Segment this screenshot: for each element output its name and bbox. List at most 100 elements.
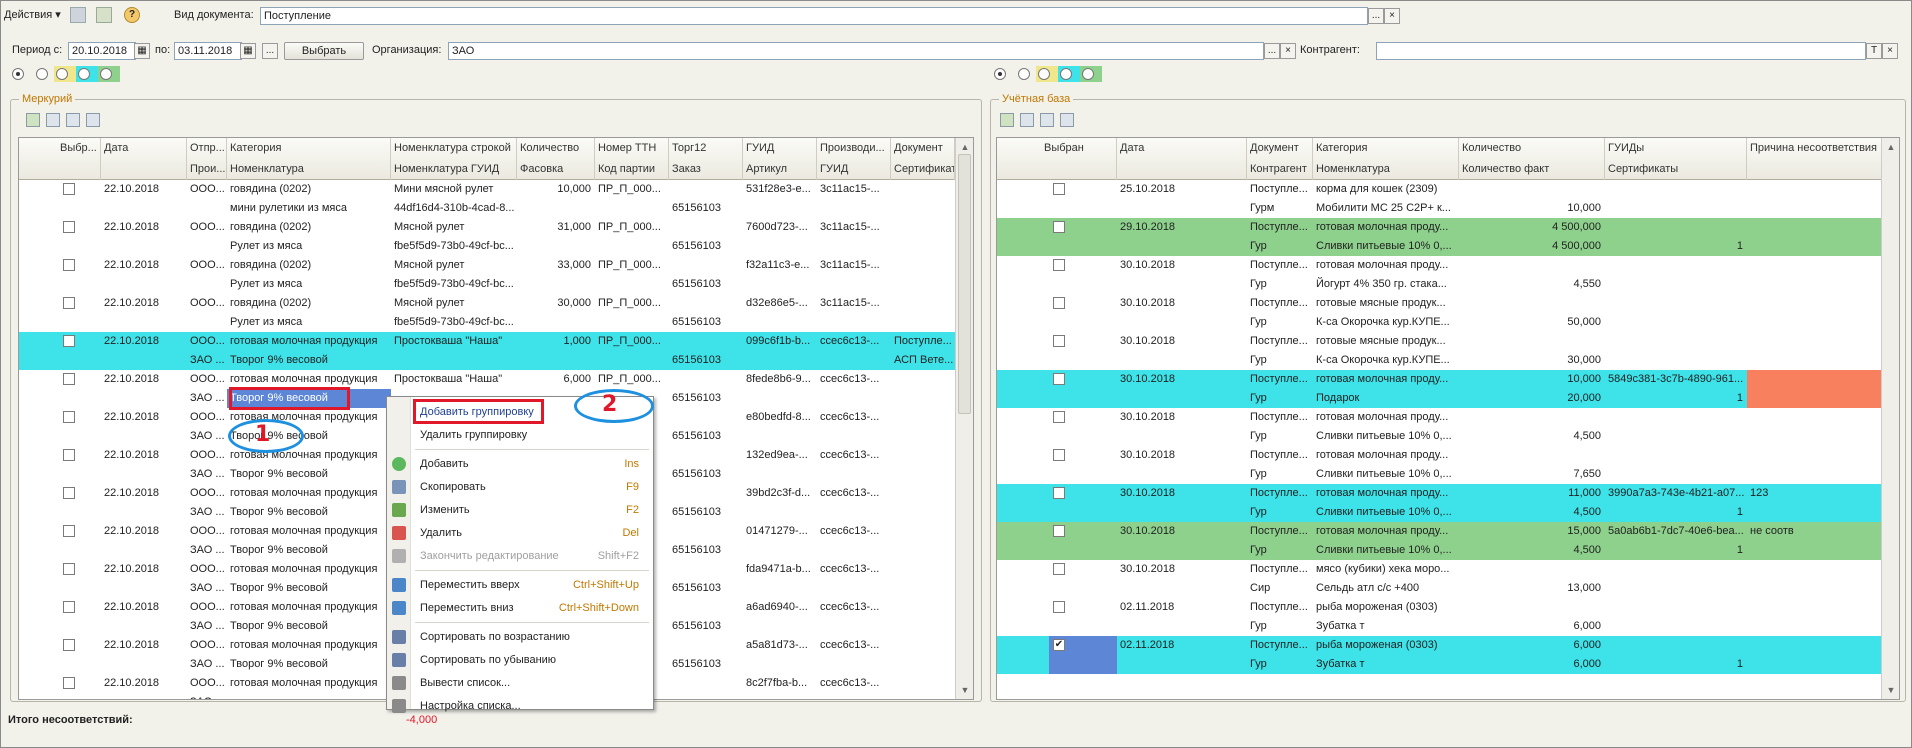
table-add-icon[interactable] [1000,113,1014,127]
row-checkbox[interactable] [63,335,75,347]
row-checkbox[interactable] [1053,335,1065,347]
row-checkbox[interactable] [1053,563,1065,575]
table-copy-icon[interactable] [1020,113,1034,127]
column-subheader[interactable]: Фасовка [517,159,595,180]
table-copy-icon[interactable] [46,113,60,127]
accounting-scrollbar[interactable]: ▲ ▼ [1881,138,1899,699]
menu-item-move-up[interactable]: Переместить вверх Ctrl+Shift+Up [387,574,653,596]
table-edit-icon[interactable] [1040,113,1054,127]
column-subheader[interactable] [57,159,101,180]
accounting-grid[interactable]: Выбран Дата Документ Контрагент Категория Ном… [996,137,1900,700]
radio-all[interactable] [12,68,24,80]
doc-type-select-button[interactable]: ... [1368,8,1384,24]
row-checkbox[interactable] [63,411,75,423]
menu-item-sort-asc[interactable]: Сортировать по возрастанию [387,626,653,648]
column-header[interactable]: Документ [1247,138,1313,159]
column-header[interactable]: Выбр... [57,138,101,159]
column-header[interactable]: ГУИД [743,138,817,159]
column-header[interactable]: Торг12 [669,138,743,159]
column-subheader[interactable]: Заказ [669,159,743,180]
row-checkbox[interactable] [63,563,75,575]
menu-item-add[interactable]: Добавить Ins [387,453,653,475]
radio-green[interactable] [1082,68,1094,80]
radio-yellow[interactable] [56,68,68,80]
radio-yellow[interactable] [1038,68,1050,80]
period-from-calendar-icon[interactable]: ▦ [134,43,150,59]
row-checkbox[interactable] [1053,487,1065,499]
menu-item-print-list[interactable]: Вывести список... [387,672,653,694]
row-checkbox[interactable] [63,373,75,385]
radio-all[interactable] [994,68,1006,80]
menu-item-edit[interactable]: Изменить F2 [387,499,653,521]
row-checkbox[interactable] [63,449,75,461]
contractor-clear-button[interactable]: × [1882,43,1898,59]
table-row[interactable]: 22.10.2018 ООО... говядина (0202) мини руле… [19,180,955,218]
radio-cyan[interactable] [1060,68,1072,80]
column-header[interactable]: Дата [101,138,187,159]
radio-cyan[interactable] [78,68,90,80]
column-header[interactable]: Производи... [817,138,891,159]
table-row[interactable]: 02.11.2018 Поступле... Гур рыба мороженая (… [997,598,1881,636]
actions-menu[interactable]: Действия ▾ [4,6,61,24]
row-checkbox[interactable] [63,297,75,309]
column-subheader[interactable]: ГУИД [817,159,891,180]
column-subheader[interactable]: Номенклатура ГУИД [391,159,517,180]
column-header[interactable]: Причина несоответствия [1747,138,1883,159]
doc-type-clear-button[interactable]: × [1384,8,1400,24]
table-row[interactable]: 30.10.2018 Поступле... Гур готовые мясные п… [997,332,1881,370]
row-checkbox[interactable] [63,601,75,613]
table-row[interactable]: 30.10.2018 Поступле... Гур готовая молочная… [997,408,1881,446]
row-checkbox[interactable] [1053,525,1065,537]
column-header[interactable]: Номенклатура строкой [391,138,517,159]
doc-type-field[interactable]: Поступление [260,7,1368,25]
row-checkbox[interactable] [1053,449,1065,461]
table-row[interactable]: 22.10.2018 ООО... ЗАО ... готовая молочная … [19,332,955,370]
row-checkbox[interactable] [1053,601,1065,613]
column-subheader[interactable] [101,159,187,180]
scroll-up-icon[interactable]: ▲ [1886,142,1896,152]
column-header[interactable]: Количество [517,138,595,159]
table-row[interactable]: 30.10.2018 Поступле... Гур готовая молочная… [997,446,1881,484]
radio-green[interactable] [100,68,112,80]
select-button[interactable]: Выбрать [284,42,364,60]
column-header[interactable]: Категория [1313,138,1459,159]
row-checkbox[interactable] [63,183,75,195]
table-settings-icon[interactable] [1060,113,1074,127]
period-select-button[interactable]: ... [262,43,278,59]
column-subheader[interactable] [1747,159,1883,180]
table-row[interactable]: 30.10.2018 Поступле... Сир мясо (кубики) хе… [997,560,1881,598]
scroll-down-icon[interactable]: ▼ [1886,685,1896,695]
column-subheader[interactable]: Прои... [187,159,227,180]
column-header[interactable]: Документ [891,138,955,159]
row-checkbox[interactable] [1053,259,1065,271]
period-from-field[interactable]: 20.10.2018 [68,42,136,60]
table-row[interactable]: 30.10.2018 Поступле... Гур готовая молочная… [997,370,1883,408]
menu-item-copy[interactable]: Скопировать F9 [387,476,653,498]
radio-none[interactable] [36,68,48,80]
row-checkbox[interactable] [63,525,75,537]
column-subheader[interactable] [1041,159,1117,180]
column-subheader[interactable]: Сертификат [891,159,955,180]
doc-icon[interactable] [70,7,86,23]
scroll-thumb[interactable] [958,154,971,414]
menu-item-delete[interactable]: Удалить Del [387,522,653,544]
org-field[interactable]: ЗАО [448,42,1264,60]
column-header[interactable]: Отпр... [187,138,227,159]
column-header[interactable]: Выбран [1041,138,1117,159]
row-checkbox[interactable] [1053,373,1065,385]
row-checkbox[interactable] [1053,183,1065,195]
column-header[interactable]: Номер ТТН [595,138,669,159]
row-checkbox[interactable] [63,677,75,689]
row-checkbox[interactable] [1053,411,1065,423]
row-checkbox[interactable] [1053,221,1065,233]
table-row[interactable]: ✔ 02.11.2018 Поступле... Гур рыба мороженая … [997,636,1881,674]
row-checkbox[interactable] [63,639,75,651]
column-subheader[interactable]: Количество факт [1459,159,1605,180]
org-clear-button[interactable]: × [1280,43,1296,59]
row-checkbox[interactable] [63,221,75,233]
column-subheader[interactable] [1117,159,1247,180]
menu-item-move-down[interactable]: Переместить вниз Ctrl+Shift+Down [387,597,653,619]
period-to-calendar-icon[interactable]: ▦ [240,43,256,59]
column-subheader[interactable]: Контрагент [1247,159,1313,180]
radio-none[interactable] [1018,68,1030,80]
